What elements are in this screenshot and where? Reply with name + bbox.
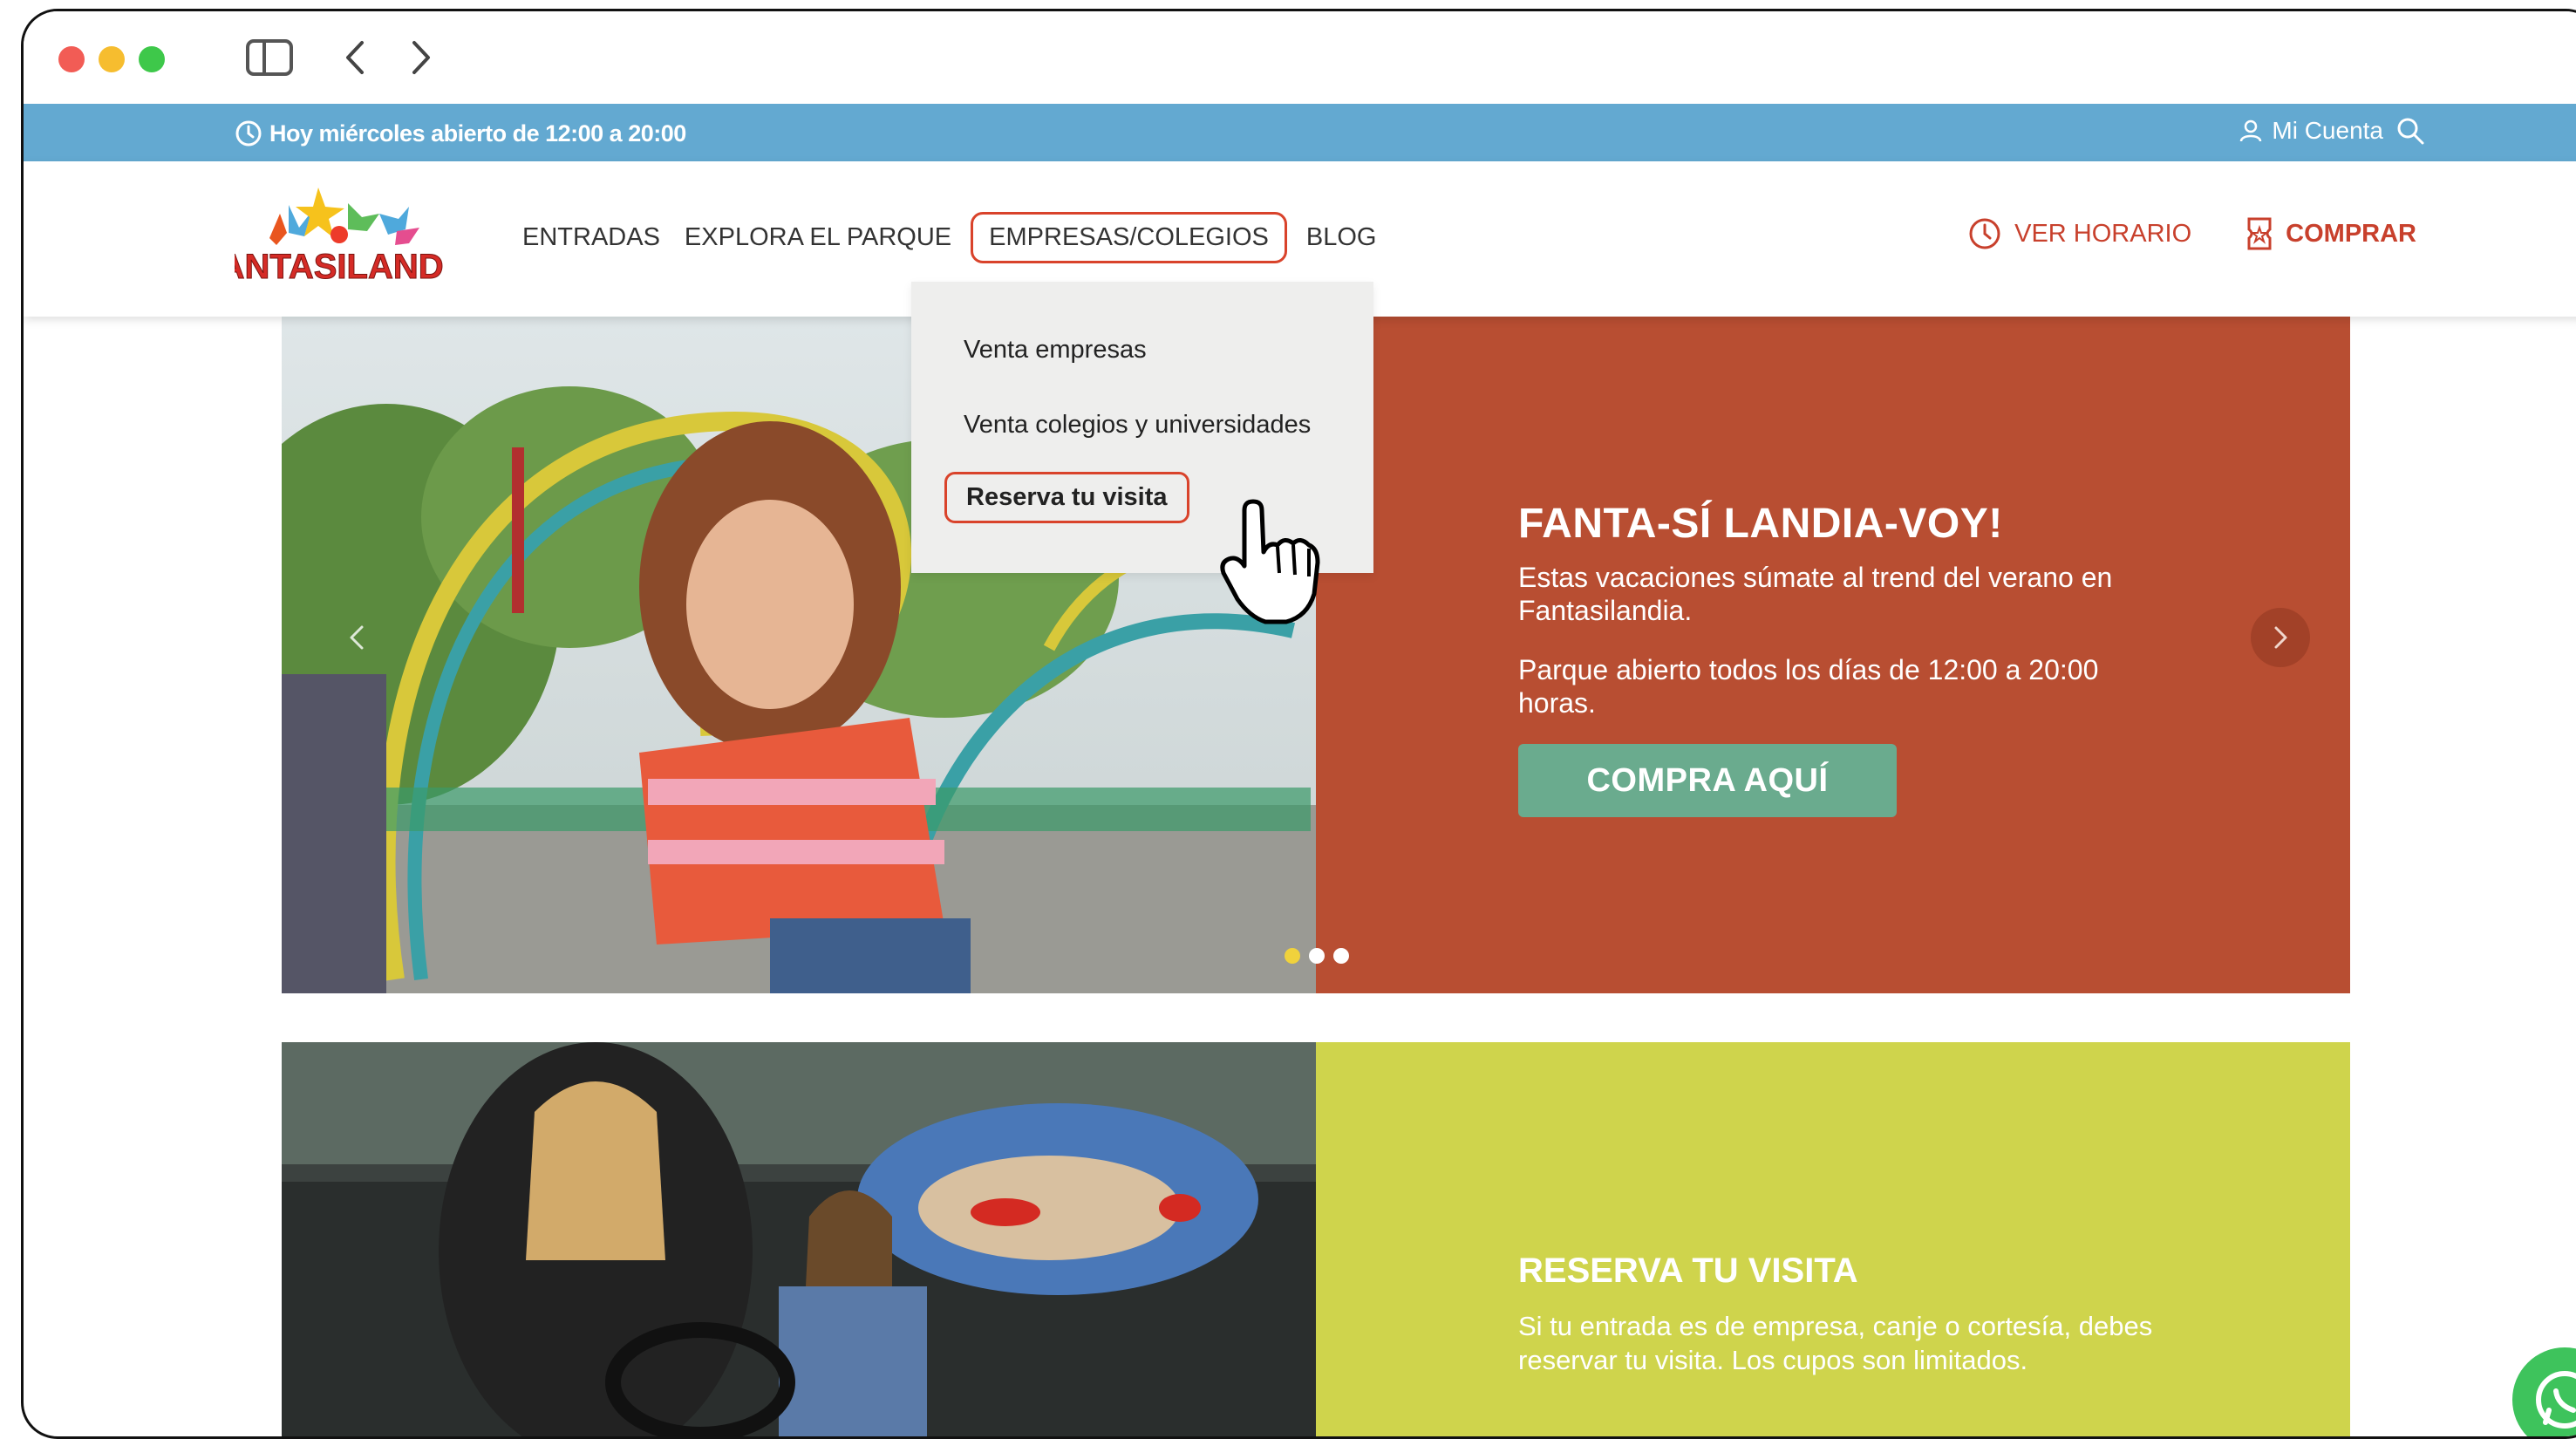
back-chevron-icon[interactable]	[343, 39, 369, 76]
opening-hours-text: Hoy miércoles abierto de 12:00 a 20:00	[269, 119, 686, 147]
slider-dot-1[interactable]	[1285, 948, 1300, 964]
ticket-icon	[2247, 217, 2272, 250]
bumper-cars-image	[282, 1042, 1316, 1436]
compra-aqui-button[interactable]: COMPRA AQUÍ	[1518, 744, 1897, 817]
bumper-cars-photo	[282, 1042, 1316, 1436]
whatsapp-button[interactable]	[2512, 1347, 2576, 1436]
ver-horario-link[interactable]: VER HORARIO	[1967, 216, 2191, 251]
reserva-visita-panel: RESERVA TU VISITA Si tu entrada es de em…	[1316, 1042, 2350, 1436]
forward-chevron-icon[interactable]	[407, 39, 433, 76]
reserva-visita-text: Si tu entrada es de empresa, canje o cor…	[1518, 1311, 2153, 1375]
nav-item-explora-el-parque[interactable]: EXPLORA EL PARQUE	[672, 213, 964, 263]
slider-dot-2[interactable]	[1309, 948, 1325, 964]
nav-menu: ENTRADAS EXPLORA EL PARQUE EMPRESAS/COLE…	[510, 212, 1388, 263]
clock-icon	[1969, 218, 2000, 249]
hand-cursor-icon	[1220, 499, 1320, 624]
chevron-left-icon	[350, 625, 364, 650]
sidebar-icon[interactable]	[245, 38, 294, 78]
search-icon[interactable]	[2395, 116, 2425, 146]
chevron-right-icon	[2274, 626, 2287, 649]
clock-icon	[235, 120, 262, 147]
slider-dots	[1285, 948, 1349, 964]
reserva-visita-title: RESERVA TU VISITA	[1518, 1251, 1858, 1290]
comprar-link[interactable]: COMPRAR	[2245, 215, 2416, 252]
dropdown-item-venta-empresas[interactable]: Venta empresas	[964, 336, 1147, 365]
maximize-window-button[interactable]	[139, 46, 165, 72]
browser-toolbar	[24, 11, 2576, 104]
top-info-bar: Hoy miércoles abierto de 12:00 a 20:00 M…	[24, 104, 2576, 161]
whatsapp-icon	[2536, 1371, 2576, 1429]
logo-text: FANTASILANDIA	[235, 248, 444, 285]
my-account-link[interactable]: Mi Cuenta	[2239, 117, 2383, 145]
dropdown-item-reserva-tu-visita[interactable]: Reserva tu visita	[944, 472, 1189, 523]
opening-hours: Hoy miércoles abierto de 12:00 a 20:00	[235, 119, 686, 147]
browser-window: Hoy miércoles abierto de 12:00 a 20:00 M…	[21, 9, 2576, 1439]
dropdown-item-venta-colegios[interactable]: Venta colegios y universidades	[964, 411, 1311, 440]
nav-item-entradas[interactable]: ENTRADAS	[510, 213, 672, 263]
hero-title: FANTA-SÍ LANDIA-VOY!	[1518, 501, 2003, 547]
hero-text-2: Parque abierto todos los días de 12:00 a…	[1518, 654, 2099, 719]
slider-next-button[interactable]	[2251, 608, 2310, 667]
minimize-window-button[interactable]	[99, 46, 125, 72]
my-account-label: Mi Cuenta	[2272, 117, 2383, 144]
comprar-label: COMPRAR	[2286, 219, 2416, 248]
hero-text-1: Estas vacaciones súmate al trend del ver…	[1518, 562, 2113, 626]
close-window-button[interactable]	[58, 46, 85, 72]
ver-horario-label: VER HORARIO	[2014, 219, 2192, 248]
nav-item-blog[interactable]: BLOG	[1294, 213, 1389, 263]
slider-dot-3[interactable]	[1333, 948, 1349, 964]
nav-item-empresas-colegios[interactable]: EMPRESAS/COLEGIOS	[971, 212, 1287, 263]
reserva-visita-section: RESERVA TU VISITA Si tu entrada es de em…	[282, 1042, 2350, 1436]
user-icon	[2240, 119, 2262, 142]
fantasilandia-logo[interactable]: FANTASILANDIA	[235, 188, 444, 285]
slider-prev-button[interactable]	[339, 620, 374, 655]
hero-text-panel: FANTA-SÍ LANDIA-VOY! Estas vacaciones sú…	[1316, 317, 2350, 993]
